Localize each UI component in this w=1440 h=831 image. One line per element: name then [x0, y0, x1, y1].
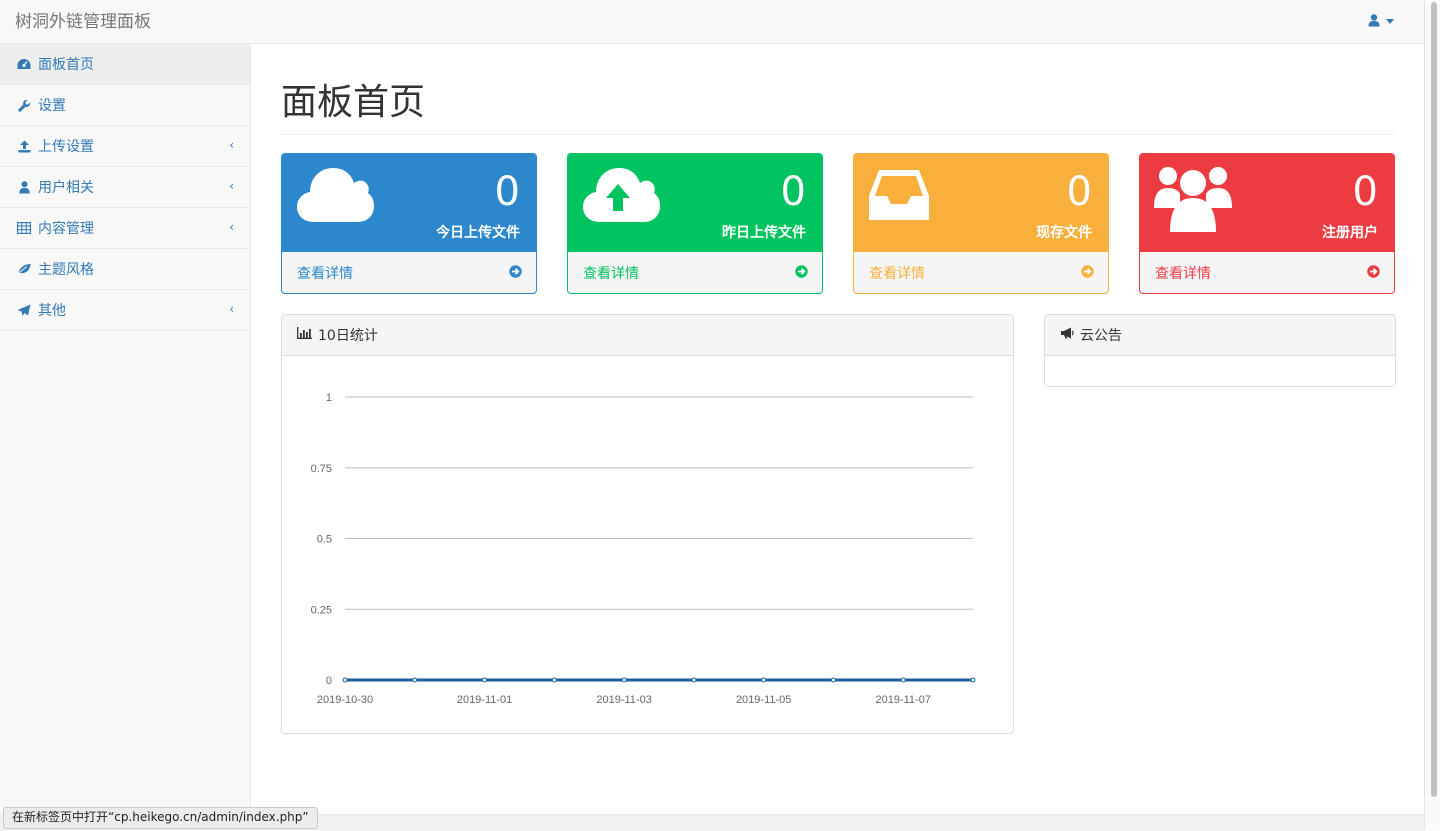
table-icon [17, 221, 31, 235]
stat-value: 0 [1067, 168, 1092, 216]
x-tick-label: 2019-11-01 [457, 694, 512, 706]
x-tick-label: 2019-11-07 [875, 694, 930, 706]
sidebar-item-dashboard[interactable]: 面板首页 [0, 44, 250, 85]
cloud-icon [296, 166, 374, 228]
data-point [343, 678, 347, 682]
data-point [831, 678, 835, 682]
arrow-circle-right-icon [795, 265, 808, 282]
cloud-upload-icon [582, 166, 660, 228]
chevron-left-icon: ‹ [229, 220, 234, 234]
users-icon [1154, 162, 1232, 238]
stat-label: 今日上传文件 [436, 222, 520, 242]
data-point [762, 678, 766, 682]
sidebar-item-label: 用户相关 [38, 177, 94, 197]
panel-heading: 云公告 [1045, 315, 1395, 356]
card-header: 0 昨日上传文件 [568, 154, 822, 252]
panel-heading: 10日统计 [282, 315, 1013, 356]
chevron-left-icon: ‹ [229, 138, 234, 152]
sidebar-item-settings[interactable]: 设置 [0, 85, 250, 126]
data-point [483, 678, 487, 682]
sidebar-item-label: 设置 [38, 95, 66, 115]
vertical-scrollbar[interactable] [1424, 0, 1440, 830]
stat-value: 0 [1353, 168, 1378, 216]
notice-panel: 云公告 [1044, 314, 1396, 387]
x-tick-label: 2019-11-03 [596, 694, 651, 706]
user-icon [17, 180, 31, 194]
stat-value: 0 [781, 168, 806, 216]
y-tick-label: 0.25 [311, 604, 332, 616]
stats-panel: 10日统计 1 0.75 0.5 0.25 0 2019-10-30 2019-11-01 2… [281, 314, 1014, 734]
x-tick-label: 2019-11-05 [736, 694, 791, 706]
sidebar-item-label: 上传设置 [38, 136, 94, 156]
card-header: 0 今日上传文件 [282, 154, 536, 252]
data-point [971, 678, 975, 682]
y-tick-label: 0 [326, 675, 332, 687]
sidebar-item-upload-settings[interactable]: 上传设置 ‹ [0, 126, 250, 167]
line-chart: 1 0.75 0.5 0.25 0 2019-10-30 2019-11-01 2019-11… [282, 356, 1013, 733]
sidebar-item-label: 其他 [38, 300, 66, 320]
user-icon [1368, 12, 1380, 31]
view-details-link[interactable]: 查看详情 [568, 252, 822, 293]
data-point [622, 678, 626, 682]
y-tick-label: 0.5 [317, 534, 332, 546]
link-status-bar: 在新标签页中打开“cp.heikego.cn/admin/index.php” [3, 807, 318, 829]
y-tick-label: 1 [326, 392, 332, 404]
card-header: 0 现存文件 [854, 154, 1108, 252]
arrow-circle-right-icon [509, 265, 522, 282]
bar-chart-icon [297, 327, 312, 343]
chevron-left-icon: ‹ [229, 179, 234, 193]
dashboard-icon [17, 57, 31, 71]
sidebar-item-label: 主题风格 [38, 259, 94, 279]
view-details-label: 查看详情 [297, 263, 353, 283]
data-point [901, 678, 905, 682]
stat-card-stored-files: 0 现存文件 查看详情 [853, 153, 1109, 294]
view-details-link[interactable]: 查看详情 [282, 252, 536, 293]
sidebar-item-content[interactable]: 内容管理 ‹ [0, 208, 250, 249]
view-details-link[interactable]: 查看详情 [854, 252, 1108, 293]
upload-icon [17, 139, 31, 153]
panel-title: 10日统计 [318, 325, 378, 345]
main-content: 面板首页 0 今日上传文件 查看详情 0 昨日上传文件 查看详情 [251, 44, 1424, 814]
y-tick-label: 0.75 [311, 463, 332, 475]
sidebar-item-users[interactable]: 用户相关 ‹ [0, 167, 250, 208]
sidebar-item-label: 面板首页 [38, 54, 94, 74]
chevron-down-icon [1386, 19, 1394, 24]
stat-label: 昨日上传文件 [722, 222, 806, 242]
stat-card-registered-users: 0 注册用户 查看详情 [1139, 153, 1395, 294]
top-navbar: 树洞外链管理面板 [0, 0, 1424, 44]
bullhorn-icon [1060, 327, 1074, 343]
arrow-circle-right-icon [1367, 265, 1380, 282]
sidebar: 面板首页 设置 上传设置 ‹ 用户相关 ‹ 内容管理 ‹ 主题风格 [0, 44, 251, 830]
view-details-label: 查看详情 [583, 263, 639, 283]
data-point [552, 678, 556, 682]
wrench-icon [17, 98, 31, 112]
x-tick-label: 2019-10-30 [317, 694, 373, 706]
leaf-icon [17, 262, 31, 276]
stat-card-today-uploads: 0 今日上传文件 查看详情 [281, 153, 537, 294]
page-title: 面板首页 [281, 80, 1395, 135]
sidebar-item-other[interactable]: 其他 ‹ [0, 290, 250, 331]
paper-plane-icon [17, 303, 31, 317]
view-details-label: 查看详情 [869, 263, 925, 283]
chevron-left-icon: ‹ [229, 302, 234, 316]
view-details-link[interactable]: 查看详情 [1140, 252, 1394, 293]
sidebar-item-label: 内容管理 [38, 218, 94, 238]
panel-title: 云公告 [1080, 325, 1122, 345]
stat-card-yesterday-uploads: 0 昨日上传文件 查看详情 [567, 153, 823, 294]
sidebar-item-theme[interactable]: 主题风格 [0, 249, 250, 290]
card-header: 0 注册用户 [1140, 154, 1394, 252]
data-point [413, 678, 417, 682]
stat-value: 0 [495, 168, 520, 216]
user-dropdown[interactable] [1368, 12, 1394, 31]
data-point [692, 678, 696, 682]
stat-label: 现存文件 [1036, 222, 1092, 242]
scrollbar-thumb[interactable] [1431, 2, 1437, 797]
view-details-label: 查看详情 [1155, 263, 1211, 283]
arrow-circle-right-icon [1081, 265, 1094, 282]
inbox-icon [868, 166, 930, 226]
stat-label: 注册用户 [1322, 222, 1378, 242]
app-title[interactable]: 树洞外链管理面板 [15, 7, 151, 32]
